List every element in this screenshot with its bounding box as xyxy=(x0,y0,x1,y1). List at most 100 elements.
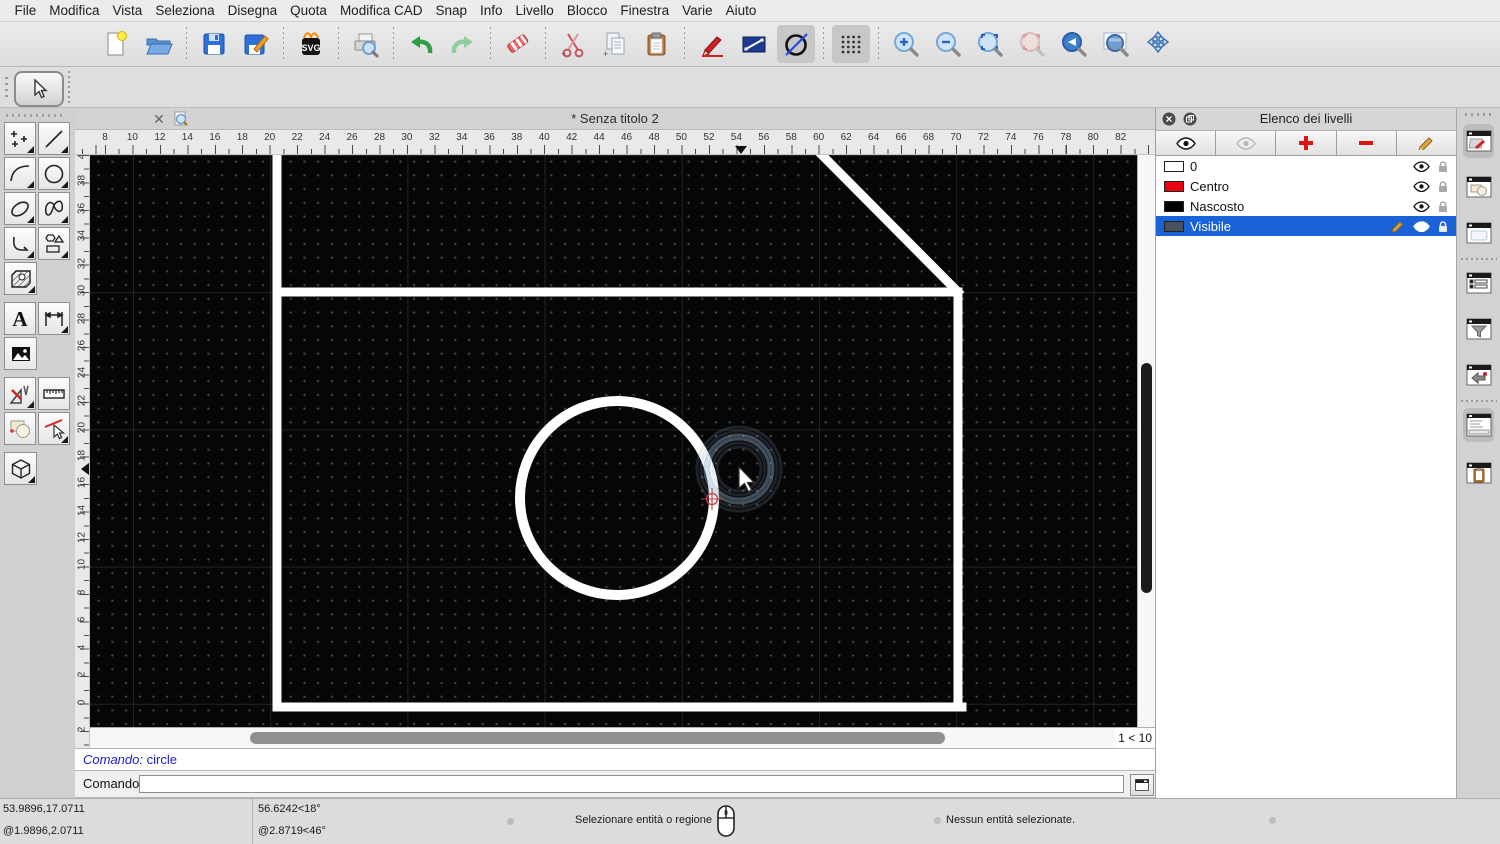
layer-visibility-eye-icon[interactable] xyxy=(1413,220,1430,232)
menu-livello[interactable]: Livello xyxy=(509,0,560,22)
draw-pen-button[interactable] xyxy=(693,25,731,63)
menu-info[interactable]: Info xyxy=(474,0,510,22)
edit-layer-button[interactable] xyxy=(1397,131,1456,155)
zoom-window-button[interactable] xyxy=(1097,25,1135,63)
ruler-label: 40 xyxy=(538,132,550,143)
tool-measure[interactable] xyxy=(38,377,70,410)
dock-block-insert-button[interactable] xyxy=(1463,358,1494,392)
horizontal-scrollbar[interactable] xyxy=(90,727,1115,748)
tool-points[interactable] xyxy=(4,122,36,155)
menu-vista[interactable]: Vista xyxy=(106,0,149,22)
layer-lock-icon[interactable] xyxy=(1437,220,1449,233)
circle-tool-button[interactable] xyxy=(777,25,815,63)
tool-line[interactable] xyxy=(38,122,70,155)
command-history-label: Comando: xyxy=(83,752,143,767)
tool-dimension[interactable] xyxy=(38,302,70,335)
layer-lock-icon[interactable] xyxy=(1437,180,1449,193)
hide-all-layers-button[interactable] xyxy=(1216,131,1277,155)
tool-order[interactable] xyxy=(4,412,36,445)
menu-file[interactable]: File xyxy=(8,0,43,22)
menu-aiuto[interactable]: Aiuto xyxy=(719,0,763,22)
copy-button[interactable]: + xyxy=(596,25,634,63)
tool-arc[interactable] xyxy=(4,157,36,190)
menu-seleziona[interactable]: Seleziona xyxy=(149,0,221,22)
zoom-out-button[interactable] xyxy=(929,25,967,63)
ruler-label: 76 xyxy=(1032,132,1044,143)
print-preview-button[interactable] xyxy=(347,25,385,63)
delete-button[interactable] xyxy=(499,25,537,63)
open-file-button[interactable] xyxy=(140,25,178,63)
tool-modify[interactable] xyxy=(4,377,36,410)
add-layer-button[interactable] xyxy=(1276,131,1337,155)
command-input[interactable] xyxy=(139,775,1124,793)
tool-attributes[interactable] xyxy=(38,412,70,445)
zoom-pan-button[interactable] xyxy=(1139,25,1177,63)
vertical-scrollbar-thumb[interactable] xyxy=(1141,363,1152,593)
ruler-label: 80 xyxy=(1087,132,1099,143)
zoom-selection-button[interactable] xyxy=(1013,25,1051,63)
tool-image[interactable] xyxy=(4,337,37,370)
save-as-button[interactable] xyxy=(237,25,275,63)
show-all-layers-button[interactable] xyxy=(1156,131,1217,155)
menu-modifica[interactable]: Modifica xyxy=(43,0,106,22)
layer-lock-icon[interactable] xyxy=(1437,160,1449,173)
cut-button[interactable]: + xyxy=(554,25,592,63)
tool-solid-3d[interactable] xyxy=(4,452,37,485)
toolbar-separator xyxy=(684,27,685,61)
remove-layer-button[interactable] xyxy=(1337,131,1397,155)
ruler-label: 46 xyxy=(620,132,633,143)
tool-text[interactable]: A xyxy=(4,302,36,335)
tool-polygon[interactable] xyxy=(38,227,70,260)
tool-polyline[interactable] xyxy=(4,227,36,260)
grid-toggle-button[interactable] xyxy=(832,25,870,63)
redo-button[interactable] xyxy=(444,25,482,63)
new-file-button[interactable] xyxy=(98,25,136,63)
dock-library-button[interactable] xyxy=(1463,216,1494,250)
layer-visibility-eye-icon[interactable] xyxy=(1413,180,1430,192)
dock-blocks-button[interactable] xyxy=(1463,170,1494,204)
drawing-canvas[interactable] xyxy=(90,155,1137,727)
tool-spline[interactable] xyxy=(38,192,70,225)
menu-varie[interactable]: Varie xyxy=(676,0,720,22)
dock-layer-list-button[interactable] xyxy=(1463,266,1494,300)
tool-hatch[interactable] xyxy=(4,262,37,295)
undo-button[interactable] xyxy=(402,25,440,63)
ruler-label: 38 xyxy=(511,132,523,143)
line-tool-button[interactable] xyxy=(735,25,773,63)
layer-visibility-eye-icon[interactable] xyxy=(1413,160,1430,172)
dock-filter-button[interactable] xyxy=(1463,312,1494,346)
layer-row-Nascosto[interactable]: Nascosto xyxy=(1156,196,1456,216)
ruler-label: 68 xyxy=(922,132,935,143)
ruler-label: 58 xyxy=(785,132,797,143)
zoom-in-button[interactable] xyxy=(887,25,925,63)
menu-modifica-cad[interactable]: Modifica CAD xyxy=(333,0,429,22)
zoom-previous-button[interactable] xyxy=(1055,25,1093,63)
svg-export-button[interactable]: SVG xyxy=(292,25,330,63)
menu-quota[interactable]: Quota xyxy=(284,0,334,22)
tool-ellipse[interactable] xyxy=(4,192,36,225)
tool-circle[interactable] xyxy=(38,157,70,190)
zoom-auto-button[interactable] xyxy=(971,25,1009,63)
vertical-scrollbar[interactable] xyxy=(1137,155,1155,727)
menu-snap[interactable]: Snap xyxy=(429,0,474,22)
layer-visibility-eye-icon[interactable] xyxy=(1413,200,1430,212)
layer-row-Centro[interactable]: Centro xyxy=(1156,176,1456,196)
layer-lock-icon[interactable] xyxy=(1437,200,1449,213)
menu-blocco[interactable]: Blocco xyxy=(560,0,614,22)
menu-disegna[interactable]: Disegna xyxy=(221,0,284,22)
action-hint: Selezionare entità o regione xyxy=(575,814,712,826)
paste-button[interactable] xyxy=(638,25,676,63)
selection-arrow-button[interactable] xyxy=(14,71,64,107)
layer-row-0[interactable]: 0 xyxy=(1156,156,1456,176)
save-button[interactable] xyxy=(195,25,233,63)
dock-clipboard-button[interactable] xyxy=(1463,456,1494,490)
layer-edit-pencil-icon[interactable] xyxy=(1391,220,1406,232)
dock-blocks-icon xyxy=(1466,176,1491,198)
dock-command-button[interactable] xyxy=(1463,408,1494,442)
command-detach-button[interactable] xyxy=(1130,774,1154,796)
dock-pen-button[interactable] xyxy=(1463,124,1494,158)
layer-row-Visibile[interactable]: Visibile xyxy=(1156,216,1456,236)
ruler-label: 26 xyxy=(346,132,358,143)
horizontal-scrollbar-thumb[interactable] xyxy=(250,732,945,744)
menu-finestra[interactable]: Finestra xyxy=(614,0,676,22)
